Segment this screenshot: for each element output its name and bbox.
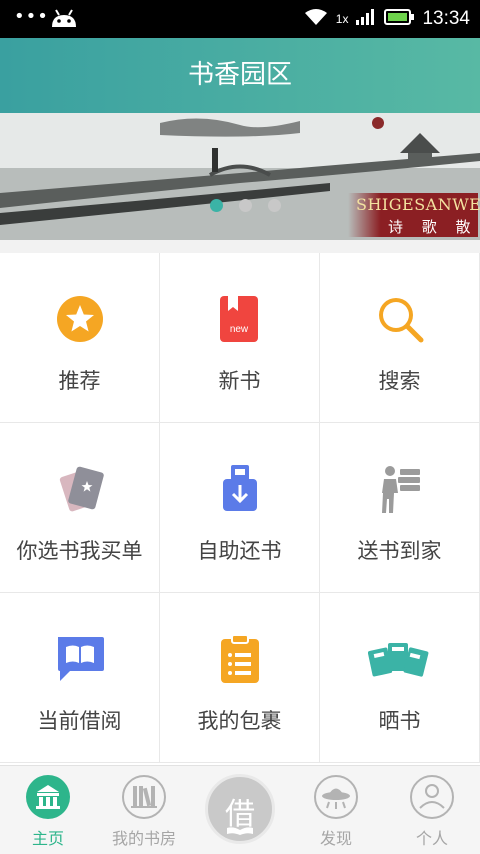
bookshelf-icon — [121, 774, 167, 820]
borrow-button[interactable]: 借 — [205, 774, 275, 844]
nav-my-study-label: 我的书房 — [111, 829, 176, 848]
bottom-navigation: 主页 我的书房 借 发现 个人 — [0, 765, 480, 854]
notification-dots: ••• — [14, 6, 49, 27]
grid-item-label: 推荐 — [58, 369, 101, 393]
star-icon — [54, 293, 106, 345]
nav-home[interactable]: 主页 — [0, 766, 96, 854]
nav-my-study[interactable]: 我的书房 — [96, 766, 192, 854]
cards-star-icon — [54, 463, 106, 515]
grid-item-label: 搜索 — [378, 369, 421, 393]
signal-icon — [356, 9, 376, 29]
search-icon — [374, 293, 426, 345]
feature-grid: 推荐 new 新书 搜索 你选书我买单 自助还书 送书到家 当前借阅 我的包裹 … — [0, 253, 480, 765]
delivery-person-icon — [374, 463, 426, 515]
grid-item-new-books[interactable]: new 新书 — [160, 253, 320, 423]
grid-item-share-books[interactable]: 晒书 — [320, 593, 480, 763]
carousel-dot-3[interactable] — [268, 199, 281, 212]
banner-subtitle: 诗 歌 散 文 — [388, 218, 478, 240]
grid-item-label: 自助还书 — [197, 539, 282, 563]
grid-item-home-delivery[interactable]: 送书到家 — [320, 423, 480, 593]
person-icon — [409, 774, 455, 820]
open-book-icon — [54, 633, 106, 685]
borrow-icon — [226, 821, 254, 840]
wifi-icon — [304, 8, 328, 30]
nav-home-label: 主页 — [31, 829, 64, 848]
grid-item-label: 我的包裹 — [197, 709, 282, 733]
nav-discover-label: 发现 — [319, 829, 352, 848]
book-stack-icon — [367, 633, 432, 685]
nav-personal[interactable]: 个人 — [384, 766, 480, 854]
grid-item-label: 你选书我买单 — [16, 539, 143, 563]
new-book-icon: new — [214, 293, 266, 345]
clock: 13:34 — [422, 8, 470, 29]
grid-item-search[interactable]: 搜索 — [320, 253, 480, 423]
grid-item-label: 送书到家 — [357, 539, 442, 563]
return-box-icon — [214, 463, 266, 515]
ufo-icon — [313, 774, 359, 820]
grid-item-you-choose-we-pay[interactable]: 你选书我买单 — [0, 423, 160, 593]
network-type: 1x — [335, 12, 349, 26]
carousel-dot-1[interactable] — [210, 199, 223, 212]
banner-carousel[interactable]: SHIGESANWEN 诗 歌 散 文 — [0, 113, 480, 240]
grid-item-self-return[interactable]: 自助还书 — [160, 423, 320, 593]
svg-text:new: new — [230, 324, 249, 335]
home-icon — [25, 774, 71, 820]
battery-icon — [384, 8, 415, 30]
carousel-indicator — [210, 199, 281, 212]
grid-item-current-borrowing[interactable]: 当前借阅 — [0, 593, 160, 763]
grid-item-recommend[interactable]: 推荐 — [0, 253, 160, 423]
banner-brand: SHIGESANWEN — [356, 195, 480, 214]
carousel-dot-2[interactable] — [239, 199, 252, 212]
page-title: 书香园区 — [187, 60, 292, 90]
banner-caption: SHIGESANWEN 诗 歌 散 文 — [348, 193, 480, 240]
app-header: 书香园区 — [0, 38, 480, 113]
grid-item-label: 当前借阅 — [37, 709, 122, 733]
nav-discover[interactable]: 发现 — [288, 766, 384, 854]
grid-item-label: 晒书 — [378, 709, 421, 733]
clipboard-list-icon — [214, 633, 266, 685]
grid-item-my-packages[interactable]: 我的包裹 — [160, 593, 320, 763]
android-icon — [50, 9, 78, 33]
grid-item-label: 新书 — [218, 369, 261, 393]
status-bar: ••• 1x 13:34 — [0, 0, 480, 38]
nav-personal-label: 个人 — [415, 829, 448, 848]
